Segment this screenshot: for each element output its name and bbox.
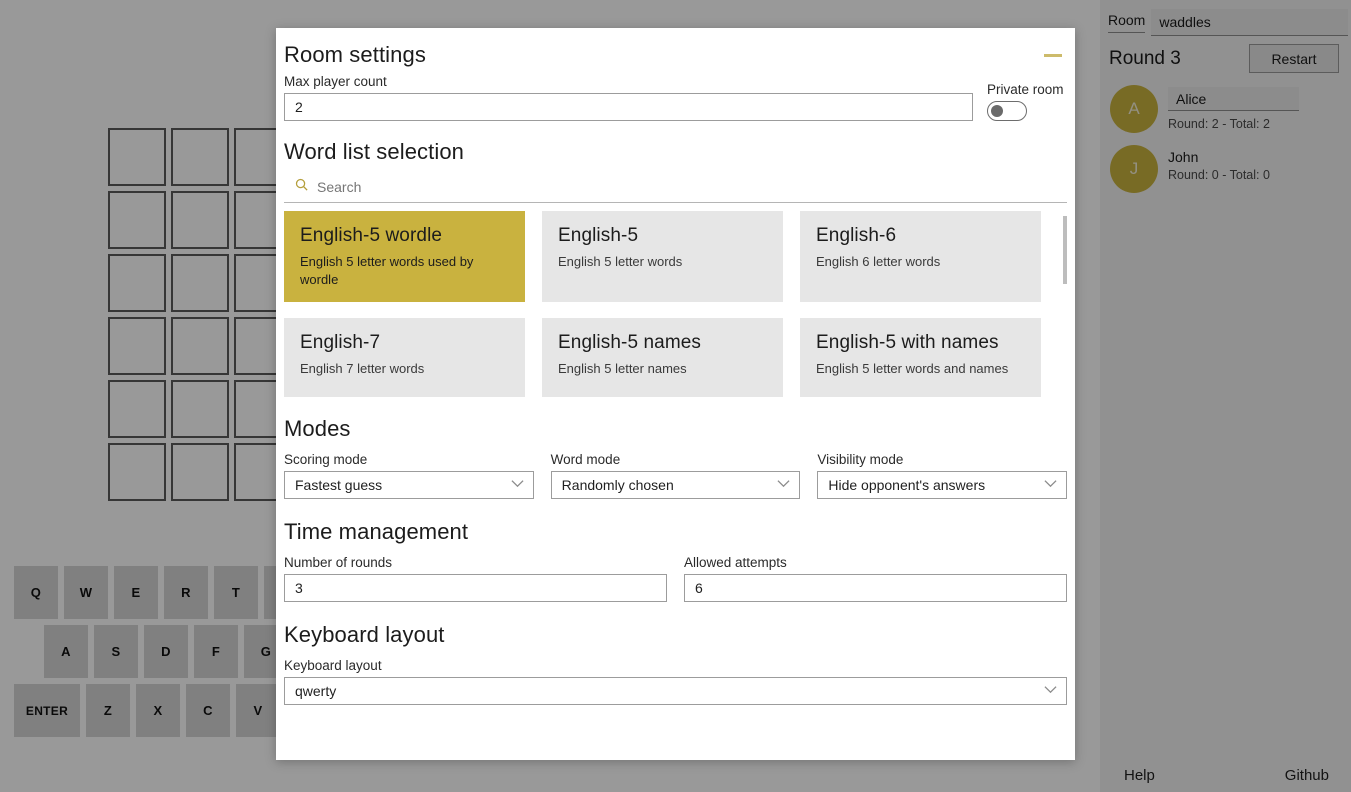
room-name-input[interactable] [1151,8,1349,36]
github-link[interactable]: Github [1285,767,1329,784]
player-score: Round: 2 - Total: 2 [1168,117,1270,131]
room-settings-dialog: Room settings Max player count Private r… [276,28,1075,760]
number-of-rounds-group: Number of rounds [284,555,667,602]
time-management-heading: Time management [284,519,469,544]
word-list-card[interactable]: English-7 English 7 letter words [284,318,525,398]
word-list-card-title: English-5 wordle [300,225,443,246]
word-list-heading: Word list selection [284,139,465,164]
player-meta: John Round: 0 - Total: 0 [1168,145,1341,182]
max-player-row: Max player count Private room [276,68,1075,121]
keyboard-layout-value: qwerty [295,683,337,699]
word-list-card[interactable]: English-6 English 6 letter words [800,211,1041,303]
word-list-card-description: English 5 letter words [558,254,683,269]
private-room-toggle[interactable] [987,101,1027,121]
visibility-mode-value: Hide opponent's answers [828,477,986,493]
visibility-mode-group: Visibility mode Hide opponent's answers [817,452,1068,499]
private-room-label: Private room [987,82,1064,97]
chevron-down-icon [1044,681,1057,697]
max-player-count-input[interactable] [284,93,973,121]
visibility-mode-label: Visibility mode [817,452,904,467]
allowed-attempts-label: Allowed attempts [684,555,787,570]
allowed-attempts-group: Allowed attempts [684,555,1067,602]
avatar: J [1110,145,1158,193]
avatar: A [1110,85,1158,133]
keyboard-layout-heading: Keyboard layout [284,622,445,647]
player-score: Round: 0 - Total: 0 [1168,168,1270,182]
visibility-mode-select[interactable]: Hide opponent's answers [817,471,1068,499]
word-list-card-description: English 5 letter words used by wordle [300,254,474,287]
right-sidebar: Room Round 3 Restart A Round: 2 - Total: … [1100,0,1351,792]
keyboard-layout-label: Keyboard layout [284,658,382,673]
word-mode-label: Word mode [550,452,621,467]
room-label: Room [1108,12,1146,33]
modes-row: Scoring mode Fastest guess Word mode Ran… [276,442,1075,499]
word-list-card-description: English 6 letter words [816,254,941,269]
word-mode-select[interactable]: Randomly chosen [550,471,801,499]
word-list-card-title: English-5 names [558,332,702,354]
players-list: A Round: 2 - Total: 2 J John Round: 0 - Tota… [1100,73,1351,193]
word-list-grid: English-5 wordle English 5 letter words u… [284,211,1067,398]
word-list-card-title: English-6 [816,225,897,246]
dialog-header: Room settings [276,28,1075,68]
toggle-knob [991,105,1003,117]
modes-heading-wrap: Modes [276,398,1075,442]
time-management-heading-wrap: Time management [276,499,1075,545]
word-list-card-title: English-7 [300,332,381,354]
player-name-input[interactable] [1168,87,1299,111]
scoring-mode-value: Fastest guess [295,477,383,493]
word-mode-group: Word mode Randomly chosen [550,452,801,499]
word-list-card-description: English 7 letter words [300,361,425,377]
dialog-title: Room settings [284,42,426,67]
number-of-rounds-label: Number of rounds [284,555,393,570]
round-title: Round 3 [1109,47,1181,69]
player-name: John [1168,149,1199,165]
word-list-card-description: English 5 letter names [558,361,687,377]
keyboard-layout-row: Keyboard layout qwerty [276,648,1075,705]
keyboard-layout-heading-wrap: Keyboard layout [276,602,1075,648]
time-management-row: Number of rounds Allowed attempts [276,545,1075,602]
allowed-attempts-input[interactable] [684,574,1067,602]
minimize-icon [1044,53,1062,57]
word-list-card[interactable]: English-5 English 5 letter words [542,211,783,303]
number-of-rounds-input[interactable] [284,574,667,602]
scoring-mode-group: Scoring mode Fastest guess [284,452,534,499]
modes-heading: Modes [284,416,351,441]
help-link[interactable]: Help [1124,767,1155,784]
chevron-down-icon [511,475,524,491]
player-meta: Round: 2 - Total: 2 [1168,85,1341,131]
word-list-card-title: English-5 [558,225,639,246]
search-icon [294,177,309,197]
chevron-down-icon [1044,475,1057,491]
word-list-scrollbar-thumb[interactable] [1063,216,1067,284]
scoring-mode-select[interactable]: Fastest guess [284,471,534,499]
max-player-count-label: Max player count [284,74,387,89]
chevron-down-icon [777,475,790,491]
word-list-card[interactable]: English-5 wordle English 5 letter words u… [284,211,525,303]
player-row: A Round: 2 - Total: 2 [1100,73,1351,133]
word-list-search[interactable]: Search [284,175,1067,203]
word-mode-value: Randomly chosen [561,477,674,493]
search-placeholder: Search [317,179,362,195]
sidebar-footer: Help Github [1100,767,1351,784]
keyboard-layout-select[interactable]: qwerty [284,677,1067,705]
player-row: J John Round: 0 - Total: 0 [1100,133,1351,193]
word-list-card[interactable]: English-5 names English 5 letter names [542,318,783,398]
minimize-button[interactable] [1039,42,1067,68]
word-list-card-title: English-5 with names [816,332,999,354]
restart-button[interactable]: Restart [1249,44,1339,73]
word-list-card[interactable]: English-5 with names English 5 letter wor… [800,318,1041,398]
round-row: Round 3 Restart [1100,36,1351,73]
scoring-mode-label: Scoring mode [284,452,368,467]
word-list-scroll-area: English-5 wordle English 5 letter words u… [284,211,1067,398]
word-list-heading-wrap: Word list selection [276,121,1075,165]
room-row: Room [1100,0,1351,36]
word-list-card-description: English 5 letter words and names [816,361,1009,377]
